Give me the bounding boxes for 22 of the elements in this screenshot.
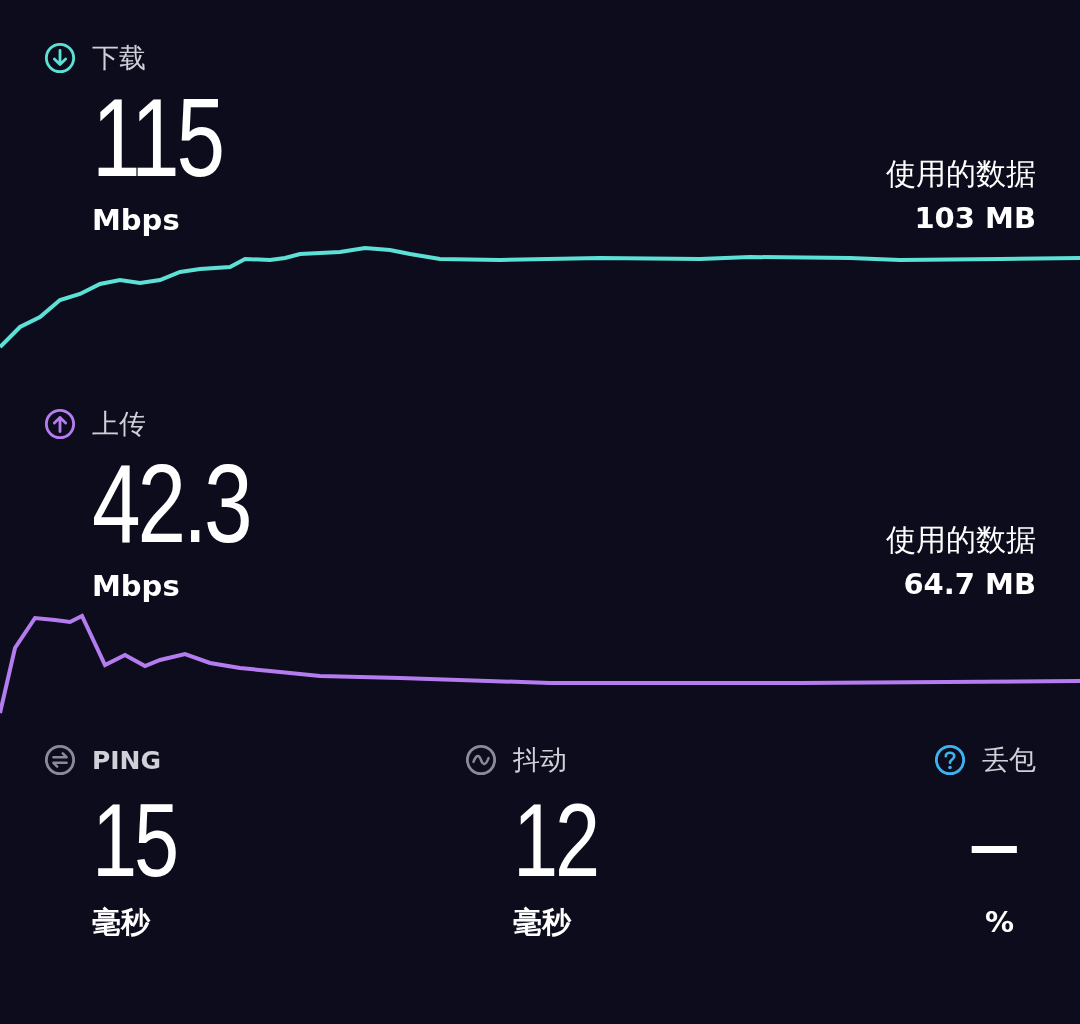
wave-icon [465,744,497,776]
speed-unit: Mbps [92,568,181,605]
stat-unit: % [984,904,1014,941]
stat-unit: 毫秒 [513,904,573,941]
stat-value: 12 [513,781,598,900]
speed-value: 42.3 [92,444,250,564]
stat-value: – [972,781,1014,900]
help-icon[interactable] [934,744,966,776]
stat-value: 15 [92,781,177,900]
stat-label: 抖动 [513,743,567,777]
test-label: 上传 [92,407,146,441]
data-used-label: 使用的数据 [886,521,1036,559]
speed-unit: Mbps [92,202,181,239]
data-used-value: 64.7 MB [903,566,1036,603]
data-used-value: 103 MB [914,200,1036,237]
ping-arrows-icon [44,744,76,776]
stat-unit: 毫秒 [92,904,152,941]
data-used-label: 使用的数据 [886,155,1036,193]
speed-value: 115 [92,78,222,198]
stat-label: PING [92,745,162,775]
stat-label: 丢包 [982,743,1036,777]
test-label: 下载 [92,41,146,75]
